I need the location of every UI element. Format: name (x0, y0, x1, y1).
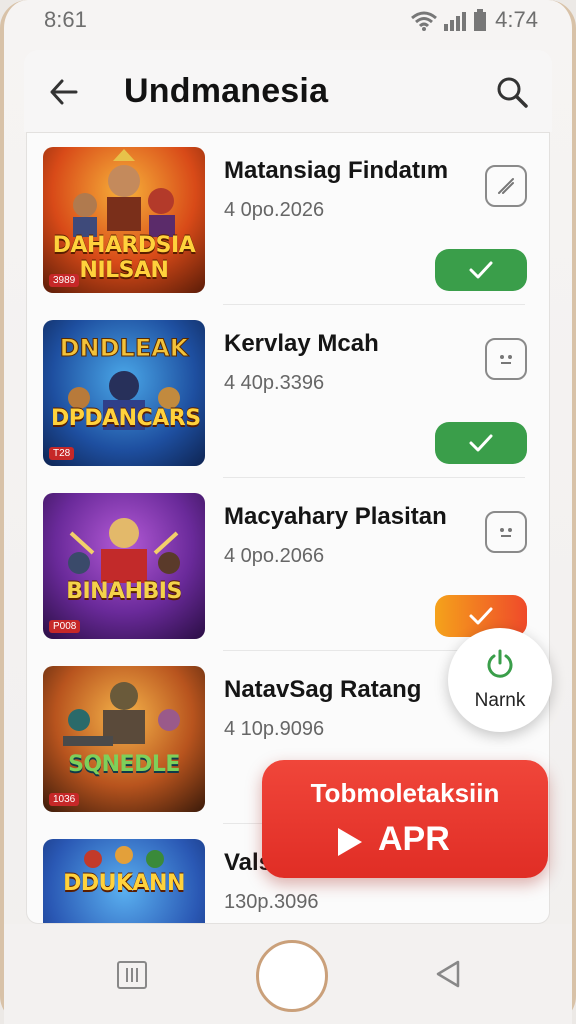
game-art-title: DDUKANN (63, 871, 185, 896)
item-meta: 4 10p.9096 (224, 718, 325, 740)
back-triangle-icon[interactable] (432, 958, 464, 990)
item-meta: 4 0po.2026 (224, 199, 325, 221)
edit-icon (498, 178, 514, 194)
installed-check-button[interactable] (435, 422, 527, 464)
game-thumbnail[interactable]: DAHARDSIA NILSAN 3989 (43, 147, 205, 293)
status-right: 4:74 (411, 7, 538, 33)
wifi-icon (411, 11, 438, 31)
cta-line2: APR (378, 820, 450, 858)
app-bar: Undmanesia (24, 50, 552, 132)
signal-icon (444, 12, 467, 31)
game-thumbnail[interactable]: SQNEDLE 1036 (43, 666, 205, 812)
page-title: Undmanesia (124, 72, 329, 110)
game-thumbnail[interactable]: DNDLEAK DPDANCARS T28 (43, 320, 205, 466)
game-badge: 1036 (49, 793, 80, 806)
game-badge: T28 (49, 447, 75, 460)
face-icon (500, 355, 512, 364)
system-nav-bar (4, 924, 572, 1024)
game-badge: P008 (49, 620, 81, 633)
item-title: NatavSag Ratang (224, 676, 422, 703)
status-icons (411, 9, 487, 31)
svg-text:DNDLEAK: DNDLEAK (60, 334, 190, 362)
phone-frame: 8:61 4:74 Undmanesia DAHARDSIA NILSAN 39… (0, 0, 576, 1024)
game-badge: 3989 (49, 274, 80, 287)
recent-apps-icon[interactable] (116, 960, 148, 990)
home-button[interactable] (256, 940, 328, 1012)
power-icon (487, 649, 513, 678)
divider (223, 304, 525, 305)
face-button[interactable] (485, 338, 527, 380)
game-art-title: BINAHBIS (66, 579, 182, 604)
status-battery-time: 4:74 (495, 7, 538, 32)
cta-line1: Tobmoletaksiin (310, 778, 500, 808)
game-thumbnail[interactable]: DDUKANN (43, 839, 205, 923)
status-time: 8:61 (44, 7, 87, 32)
edit-button[interactable] (485, 165, 527, 207)
item-title: Macyahary Plasitan (224, 503, 447, 530)
check-icon (469, 434, 493, 452)
play-icon (338, 828, 362, 856)
list-item[interactable]: DNDLEAK DPDANCARS T28 Kervlay Mcah 4 40p… (27, 306, 549, 478)
list-item[interactable]: DAHARDSIA NILSAN 3989 Matansiag Findatım… (27, 133, 549, 305)
game-art-title: SQNEDLE (68, 752, 180, 777)
game-thumbnail[interactable]: BINAHBIS P008 (43, 493, 205, 639)
list-item[interactable]: BINAHBIS P008 Macyahary Plasitan 4 0po.2… (27, 479, 549, 651)
back-arrow-icon[interactable] (46, 74, 82, 110)
divider (223, 477, 525, 478)
power-fab-label: Narnk (474, 690, 526, 711)
face-button[interactable] (485, 511, 527, 553)
check-icon (469, 261, 493, 279)
game-art-figures (68, 518, 180, 583)
power-fab[interactable]: Narnk (448, 628, 552, 732)
game-art-title: DPDANCARS (51, 406, 201, 431)
status-bar: 8:61 4:74 (4, 0, 572, 40)
installed-check-button[interactable] (435, 249, 527, 291)
game-art-figures: DNDLEAK (59, 334, 190, 430)
search-icon[interactable] (494, 74, 530, 110)
face-icon (500, 528, 512, 537)
install-apr-button[interactable]: Tobmoletaksiin APR (262, 760, 548, 878)
game-art-figures (63, 682, 180, 746)
check-icon (469, 607, 493, 625)
item-meta: 4 0po.2066 (224, 545, 325, 567)
item-meta: 130p.3096 (224, 891, 319, 913)
item-title: Kervlay Mcah (224, 330, 379, 357)
item-meta: 4 40p.3396 (224, 372, 325, 394)
item-title: Matansiag Findatım (224, 157, 449, 184)
battery-icon (474, 9, 487, 31)
